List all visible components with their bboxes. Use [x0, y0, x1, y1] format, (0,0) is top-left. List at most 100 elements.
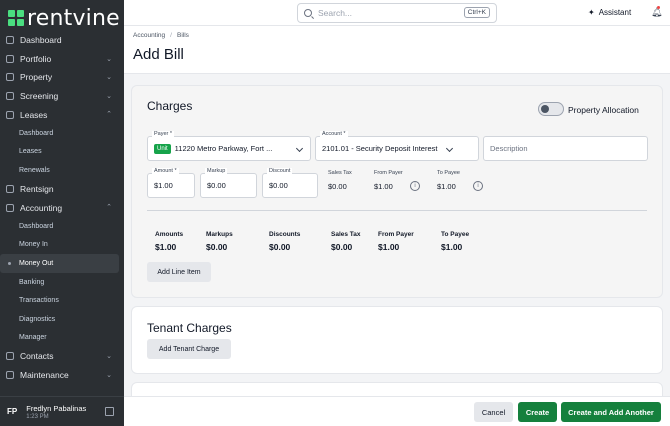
assistant-button[interactable]: ✦ Assistant [588, 8, 631, 17]
sidebar-item-label: Leases [20, 109, 48, 120]
sidebar-item-accounting[interactable]: Accounting ⌃ [0, 198, 124, 217]
collapse-sidebar-icon[interactable] [105, 407, 114, 416]
sidebar-item-contacts[interactable]: Contacts ⌄ [0, 347, 124, 366]
sidebar-subitem-money-in[interactable]: Money In [0, 236, 124, 255]
sidebar-item-dashboard[interactable]: Dashboard [0, 31, 124, 50]
payer-value: 11220 Metro Parkway, Fort ... [174, 144, 273, 153]
charges-title: Charges [147, 99, 193, 113]
sparkle-icon: ✦ [588, 8, 595, 17]
add-line-item-button[interactable]: Add Line Item [147, 262, 211, 282]
summary-sales-tax-value: $0.00 [331, 242, 353, 252]
wrench-icon [6, 370, 14, 379]
sidebar-item-label: Accounting [20, 202, 63, 213]
add-tenant-charge-button[interactable]: Add Tenant Charge [147, 339, 231, 359]
from-payer-value: $1.00 [374, 182, 393, 191]
pen-icon [6, 185, 14, 194]
summary-discounts-value: $0.00 [269, 242, 291, 252]
sidebar-subitem-transactions[interactable]: Transactions [0, 291, 124, 310]
sales-tax-value: $0.00 [328, 182, 347, 191]
logo[interactable]: rentvine [8, 4, 120, 32]
sidebar-nav: Dashboard Portfolio ⌄ Property ⌄ Screening ⌄ Le… [0, 31, 124, 384]
sidebar-subitem-label: Money Out [19, 259, 54, 267]
contacts-icon [6, 352, 14, 361]
amount-label: Amount * [152, 168, 179, 174]
sidebar-item-label: Rentsign [20, 184, 54, 195]
discount-input[interactable]: $0.00 [262, 173, 318, 198]
account-select[interactable]: 2101.01 - Security Deposit Interest [315, 136, 479, 161]
amount-input[interactable]: $1.00 [147, 173, 195, 198]
info-icon[interactable]: i [410, 181, 420, 191]
sidebar-subitem-dashboard[interactable]: Dashboard [0, 217, 124, 236]
chevron-down-icon: ⌄ [106, 74, 112, 82]
breadcrumb-accounting[interactable]: Accounting [133, 32, 165, 39]
sidebar-subitem-renewals[interactable]: Renewals [0, 161, 124, 180]
screening-icon [6, 92, 14, 101]
summary-amounts-value: $1.00 [155, 242, 177, 252]
sidebar-item-property[interactable]: Property ⌄ [0, 68, 124, 87]
chevron-down-icon: ⌄ [106, 55, 112, 63]
form-footer: Cancel Create Create and Add Another [124, 396, 670, 426]
summary-amounts-label: Amounts [155, 231, 184, 238]
sidebar-subitem-label: Banking [19, 278, 45, 286]
summary-from-payer-label: From Payer [378, 231, 414, 238]
user-name: Fredlyn Pabalinas [26, 403, 87, 413]
sidebar-item-leases[interactable]: Leases ⌃ [0, 105, 124, 124]
sidebar-subitem-banking[interactable]: Banking [0, 273, 124, 292]
summary-sales-tax-label: Sales Tax [331, 231, 361, 238]
property-allocation-toggle[interactable] [538, 102, 564, 116]
description-input[interactable]: Description [483, 136, 648, 161]
breadcrumb-bills[interactable]: Bills [177, 32, 189, 39]
search-icon [304, 9, 312, 17]
sidebar-item-label: Maintenance [20, 369, 69, 380]
user-avatar: FP [7, 407, 18, 416]
sidebar-subitem-label: Manager [19, 334, 47, 342]
sidebar-subitem-label: Money In [19, 241, 48, 249]
sidebar-subitem-money-out[interactable]: Money Out [0, 254, 119, 273]
sidebar-subitem-dashboard[interactable]: Dashboard [0, 124, 124, 143]
summary-from-payer-value: $1.00 [378, 242, 400, 252]
markup-label: Markup [205, 168, 228, 174]
user-time: 1:23 PM [26, 413, 49, 420]
from-payer-label: From Payer [374, 170, 403, 176]
sidebar-item-rentsign[interactable]: Rentsign [0, 180, 124, 199]
chevron-down-icon: ⌄ [106, 92, 112, 100]
markup-value: $0.00 [207, 181, 226, 190]
summary-discounts-label: Discounts [269, 231, 301, 238]
account-value: 2101.01 - Security Deposit Interest [322, 144, 438, 153]
sidebar-subitem-leases[interactable]: Leases [0, 143, 124, 162]
notification-dot [657, 6, 660, 9]
search-input[interactable]: Search... Ctrl+K [297, 3, 497, 23]
sidebar-item-label: Dashboard [20, 35, 62, 46]
create-button[interactable]: Create [518, 402, 557, 422]
tenant-charges-title: Tenant Charges [147, 321, 232, 335]
amount-value: $1.00 [154, 181, 173, 190]
sidebar-subitem-diagnostics[interactable]: Diagnostics [0, 310, 124, 329]
sidebar-item-portfolio[interactable]: Portfolio ⌄ [0, 50, 124, 69]
sidebar-subitem-label: Transactions [19, 297, 59, 305]
search-shortcut: Ctrl+K [463, 7, 490, 18]
chevron-down-icon [295, 144, 304, 153]
account-label: Account * [320, 131, 348, 137]
sidebar-item-screening[interactable]: Screening ⌄ [0, 87, 124, 106]
page-title: Add Bill [133, 46, 184, 63]
sidebar-subitem-label: Leases [19, 148, 42, 156]
to-payee-label: To Payee [437, 170, 460, 176]
chevron-down-icon: ⌄ [106, 371, 112, 379]
chevron-down-icon [445, 144, 454, 153]
page-header: Accounting / Bills Add Bill [124, 26, 670, 74]
markup-input[interactable]: $0.00 [200, 173, 257, 198]
create-and-add-another-button[interactable]: Create and Add Another [561, 402, 661, 422]
info-icon[interactable]: i [473, 181, 483, 191]
sidebar-subitem-manager[interactable]: Manager [0, 329, 124, 348]
sidebar-item-label: Portfolio [20, 53, 52, 64]
summary-markups-value: $0.00 [206, 242, 228, 252]
user-profile[interactable]: FP Fredlyn Pabalinas 1:23 PM [0, 396, 124, 426]
payer-select[interactable]: Unit 11220 Metro Parkway, Fort ... [147, 136, 311, 161]
topbar: Search... Ctrl+K ✦ Assistant 🔔︎ [124, 0, 670, 26]
sales-tax-label: Sales Tax [328, 170, 352, 176]
sidebar-subitem-label: Dashboard [19, 129, 54, 137]
chevron-up-icon: ⌃ [106, 111, 112, 119]
sidebar-item-maintenance[interactable]: Maintenance ⌄ [0, 366, 124, 385]
search-placeholder: Search... [318, 8, 353, 18]
cancel-button[interactable]: Cancel [474, 402, 513, 422]
